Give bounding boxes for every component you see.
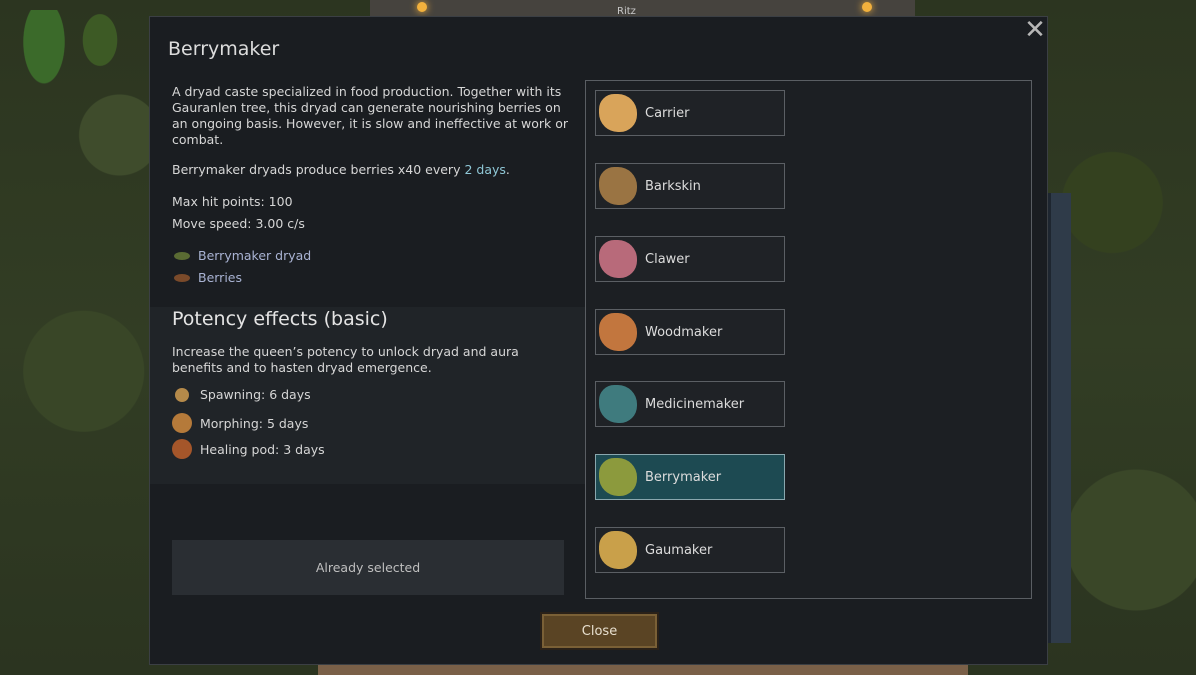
caste-woodmaker-button[interactable]: Woodmaker [595,309,785,355]
torch-sprite [862,2,872,12]
move-speed: Move speed: 3.00 c/s [172,216,305,231]
medicinemaker-icon [599,385,637,423]
gaumaker-icon [599,531,637,569]
production-interval: 2 days [464,162,506,177]
production-text: Berrymaker dryads produce berries x40 ev… [172,162,465,177]
potency-title: Potency effects (basic) [172,308,388,330]
caste-clawer-button[interactable]: Clawer [595,236,785,282]
caste-carrier-button[interactable]: Carrier [595,90,785,136]
already-selected-button[interactable]: Already selected [172,540,564,595]
link-berrymaker-dryad[interactable]: Berrymaker dryad [174,248,311,263]
effect-healing-pod: Healing pod: 3 days [172,439,325,459]
wall-segment [1048,193,1071,643]
caste-gaumaker-button[interactable]: Gaumaker [595,527,785,573]
caste-medicinemaker-button[interactable]: Medicinemaker [595,381,785,427]
link-label: Berries [198,270,243,285]
max-hit-points: Max hit points: 100 [172,194,293,209]
caste-barkskin-button[interactable]: Barkskin [595,163,785,209]
caste-label: Clawer [645,251,690,267]
tree-sprite [80,10,120,70]
details-panel: A dryad caste specialized in food produc… [150,77,585,657]
effect-label: Morphing: 5 days [200,415,309,431]
potency-description: Increase the queen’s potency to unlock d… [172,344,519,375]
berries-icon [174,273,190,282]
dryad-icon [174,251,190,260]
caste-list: Carrier Barkskin Clawer Woodmaker Medici… [585,80,1032,599]
caste-berrymaker-button[interactable]: Berrymaker [595,454,785,500]
caste-dialog: Berrymaker ✕ A dryad caste specialized i… [149,16,1048,665]
woodmaker-icon [599,313,637,351]
morphing-icon [172,413,192,433]
torch-sprite [417,2,427,12]
caste-label: Gaumaker [645,542,713,558]
healing-pod-icon [172,439,192,459]
clawer-icon [599,240,637,278]
dialog-title: Berrymaker [168,38,280,60]
berrymaker-icon [599,458,637,496]
caste-description: A dryad caste specialized in food produc… [172,84,569,147]
effect-spawning: Spawning: 6 days [172,387,311,402]
close-button[interactable]: Close [540,612,659,650]
effect-morphing: Morphing: 5 days [172,413,308,433]
wall-segment [318,665,968,675]
caste-label: Berrymaker [645,469,722,485]
potency-section: Potency effects (basic) Increase the que… [150,307,585,484]
caste-label: Carrier [645,105,690,121]
caste-label: Woodmaker [645,324,723,340]
spawning-icon [175,387,189,402]
production-info: Berrymaker dryads produce berries x40 ev… [172,162,510,177]
tree-sprite [20,10,68,90]
caste-label: Barkskin [645,178,701,194]
barkskin-icon [599,167,637,205]
carrier-icon [599,94,637,132]
effect-label: Spawning: 6 days [200,387,311,402]
link-label: Berrymaker dryad [198,248,312,263]
production-suffix: . [505,162,510,177]
effect-label: Healing pod: 3 days [200,441,325,457]
close-icon[interactable]: ✕ [1024,17,1046,43]
caste-label: Medicinemaker [645,396,745,412]
link-berries[interactable]: Berries [174,270,242,285]
